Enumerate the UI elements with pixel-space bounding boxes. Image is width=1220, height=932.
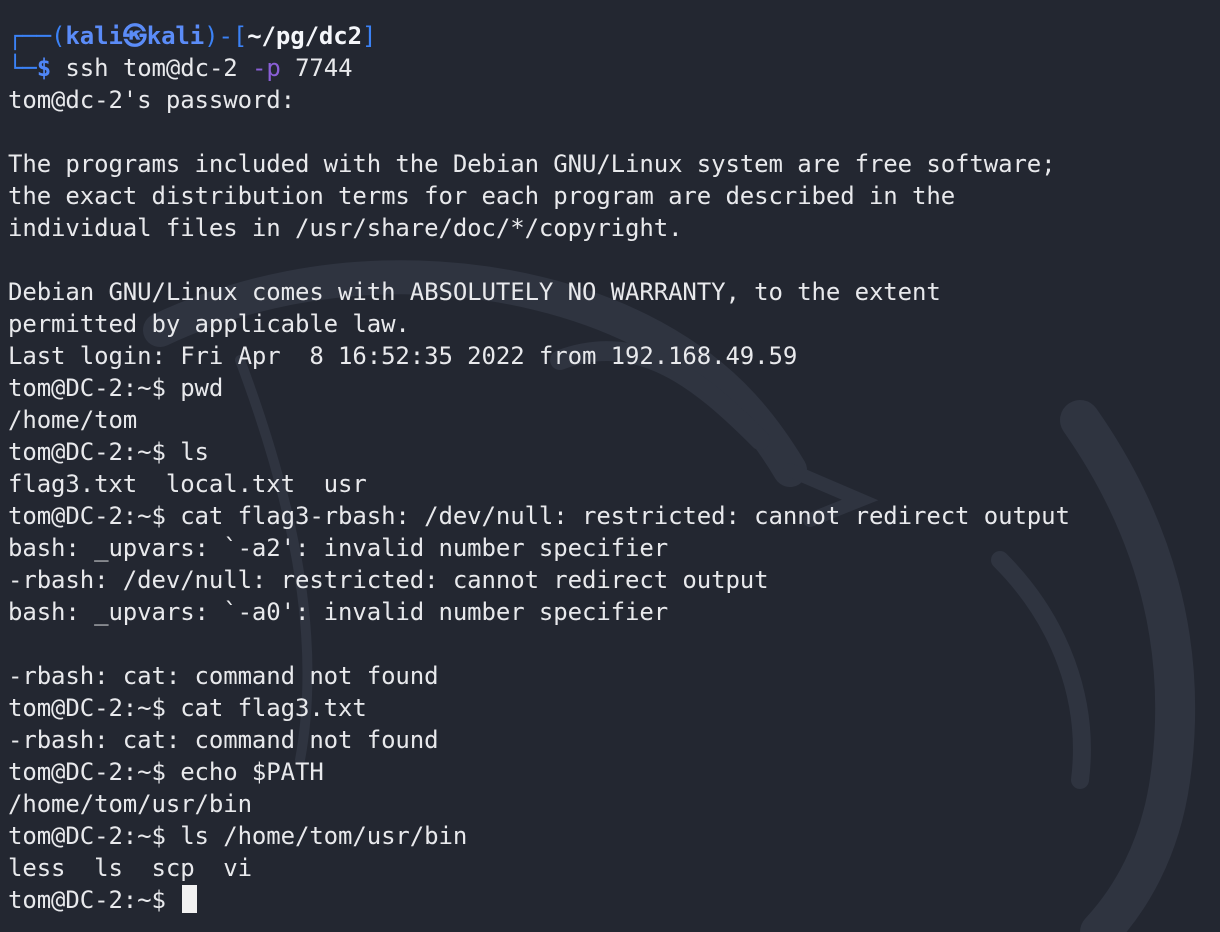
output-line: bash: _upvars: `-a0': invalid number spe… — [8, 598, 669, 626]
output-line: /home/tom — [8, 406, 138, 434]
prompt-corner: └─ — [8, 54, 37, 82]
prompt-close: ] — [361, 22, 377, 50]
output-line: tom@DC-2:~$ echo $PATH — [8, 758, 324, 786]
prompt-at-icon: ㉿ — [122, 22, 147, 50]
output-line: -rbash: cat: command not found — [8, 726, 439, 754]
output-line: the exact distribution terms for each pr… — [8, 182, 956, 210]
output-line: tom@DC-2:~$ ls — [8, 438, 209, 466]
output-line: -rbash: cat: command not found — [8, 662, 439, 690]
output-line: -rbash: /dev/null: restricted: cannot re… — [8, 566, 769, 594]
output-line: less ls scp vi — [8, 854, 252, 882]
output-line: tom@DC-2:~$ cat flag3-rbash: /dev/null: … — [8, 502, 1070, 530]
active-prompt-line[interactable]: tom@DC-2:~$ — [8, 884, 1070, 916]
output-line: tom@dc-2's password: — [8, 86, 295, 114]
output-line: permitted by applicable law. — [8, 310, 410, 338]
output-line: flag3.txt local.txt usr — [8, 470, 367, 498]
final-prompt: tom@DC-2:~$ — [8, 886, 181, 914]
output-line: Last login: Fri Apr 8 16:52:35 2022 from… — [8, 342, 798, 370]
command-flag: -p — [252, 54, 281, 82]
output-line: individual files in /usr/share/doc/*/cop… — [8, 214, 683, 242]
output-line: /home/tom/usr/bin — [8, 790, 252, 818]
command-target: tom@dc-2 — [122, 54, 238, 82]
prompt-cwd: ~/pg/dc2 — [247, 22, 362, 50]
prompt-host: kali — [146, 22, 205, 50]
prompt-mid: )-[ — [204, 22, 248, 50]
output-line: Debian GNU/Linux comes with ABSOLUTELY N… — [8, 278, 941, 306]
command-port: 7744 — [295, 54, 353, 82]
prompt-box-open: ┌──( — [8, 22, 66, 50]
terminal-output: ┌──(kali㉿kali)-[~/pg/dc2] └─$ ssh tom@dc… — [8, 20, 1070, 916]
command-name: ssh — [65, 54, 109, 82]
output-line: tom@DC-2:~$ cat flag3.txt — [8, 694, 367, 722]
output-line: tom@DC-2:~$ ls /home/tom/usr/bin — [8, 822, 468, 850]
block-cursor-icon — [182, 885, 198, 913]
prompt-user: kali — [65, 22, 123, 50]
output-line: tom@DC-2:~$ pwd — [8, 374, 224, 402]
output-line: bash: _upvars: `-a2': invalid number spe… — [8, 534, 669, 562]
prompt-dollar: $ — [36, 54, 52, 82]
prompt-header-line: ┌──(kali㉿kali)-[~/pg/dc2] — [8, 20, 1070, 52]
prompt-command-line: └─$ ssh tom@dc-2 -p 7744 — [8, 52, 1070, 84]
terminal-window[interactable]: ┌──(kali㉿kali)-[~/pg/dc2] └─$ ssh tom@dc… — [0, 0, 1220, 932]
output-line: The programs included with the Debian GN… — [8, 150, 1056, 178]
